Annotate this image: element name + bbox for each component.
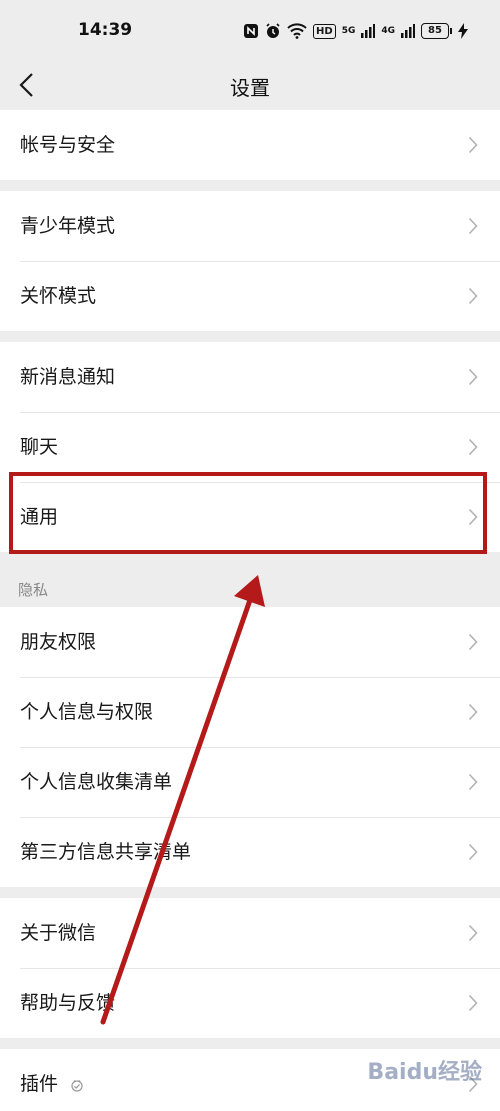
chevron-right-icon [468, 994, 478, 1012]
chevron-right-icon [468, 287, 478, 305]
battery-level: 85 [421, 23, 449, 39]
setting-row-general[interactable]: 通用 [0, 482, 500, 552]
signal-icon [401, 24, 415, 38]
chevron-right-icon [468, 773, 478, 791]
status-icons: HD 5G 4G 85 [243, 18, 468, 44]
row-label: 朋友权限 [20, 631, 97, 653]
setting-row-teen-mode[interactable]: 青少年模式 [0, 191, 500, 261]
row-label: 关怀模式 [20, 285, 97, 307]
network-4g-label: 4G [381, 26, 395, 36]
section-header-privacy: 隐私 [18, 581, 49, 599]
row-label: 插件 [20, 1073, 59, 1095]
setting-row-chat[interactable]: 聊天 [0, 412, 500, 482]
setting-row-about-wechat[interactable]: 关于微信 [0, 898, 500, 968]
chevron-right-icon [468, 217, 478, 235]
chevron-right-icon [468, 136, 478, 154]
row-label: 个人信息收集清单 [20, 771, 173, 793]
status-bar: 14:39 HD 5G 4G 85 [0, 0, 500, 62]
chevron-right-icon [468, 843, 478, 861]
row-label: 关于微信 [20, 922, 97, 944]
setting-row-care-mode[interactable]: 关怀模式 [0, 261, 500, 331]
hd-badge: HD [313, 23, 336, 39]
battery-indicator: 85 [421, 23, 452, 39]
chevron-right-icon [468, 703, 478, 721]
setting-row-third-party-sharing[interactable]: 第三方信息共享清单 [0, 817, 500, 887]
setting-row-account-security[interactable]: 帐号与安全 [0, 110, 500, 180]
settings-group-privacy: 朋友权限 个人信息与权限 个人信息收集清单 第三方信息共享清单 [0, 607, 500, 887]
alarm-icon [266, 23, 280, 38]
settings-group-account: 帐号与安全 [0, 110, 500, 180]
setting-row-help-feedback[interactable]: 帮助与反馈 [0, 968, 500, 1038]
setting-row-personal-info-collection[interactable]: 个人信息收集清单 [0, 747, 500, 817]
chevron-right-icon [468, 438, 478, 456]
row-label: 聊天 [20, 436, 59, 458]
chevron-right-icon [468, 633, 478, 651]
row-label: 帮助与反馈 [20, 992, 116, 1014]
setting-row-personal-info-permissions[interactable]: 个人信息与权限 [0, 677, 500, 747]
nav-bar: 设置 [0, 62, 500, 110]
row-label: 青少年模式 [20, 215, 116, 237]
settings-group-messages: 新消息通知 聊天 通用 [0, 342, 500, 552]
wifi-icon [287, 23, 307, 39]
signal-icon [361, 24, 376, 38]
settings-group-about: 关于微信 帮助与反馈 [0, 898, 500, 1038]
row-label: 第三方信息共享清单 [20, 841, 192, 863]
watermark: Baidu经验 [367, 1060, 482, 1085]
chevron-right-icon [468, 508, 478, 526]
status-time: 14:39 [78, 20, 133, 40]
row-label: 帐号与安全 [20, 134, 116, 156]
settings-group-modes: 青少年模式 关怀模式 [0, 191, 500, 331]
setting-row-new-message-notification[interactable]: 新消息通知 [0, 342, 500, 412]
chevron-right-icon [468, 924, 478, 942]
page-title: 设置 [230, 76, 270, 100]
chevron-right-icon [468, 368, 478, 386]
row-label: 通用 [20, 506, 59, 528]
network-5g-label: 5G [341, 26, 356, 36]
row-label: 个人信息与权限 [20, 701, 154, 723]
plugin-badge-icon [71, 1079, 83, 1092]
row-label: 新消息通知 [20, 366, 116, 388]
setting-row-friend-permissions[interactable]: 朋友权限 [0, 607, 500, 677]
nfc-icon [244, 24, 259, 38]
charging-icon [458, 23, 468, 39]
